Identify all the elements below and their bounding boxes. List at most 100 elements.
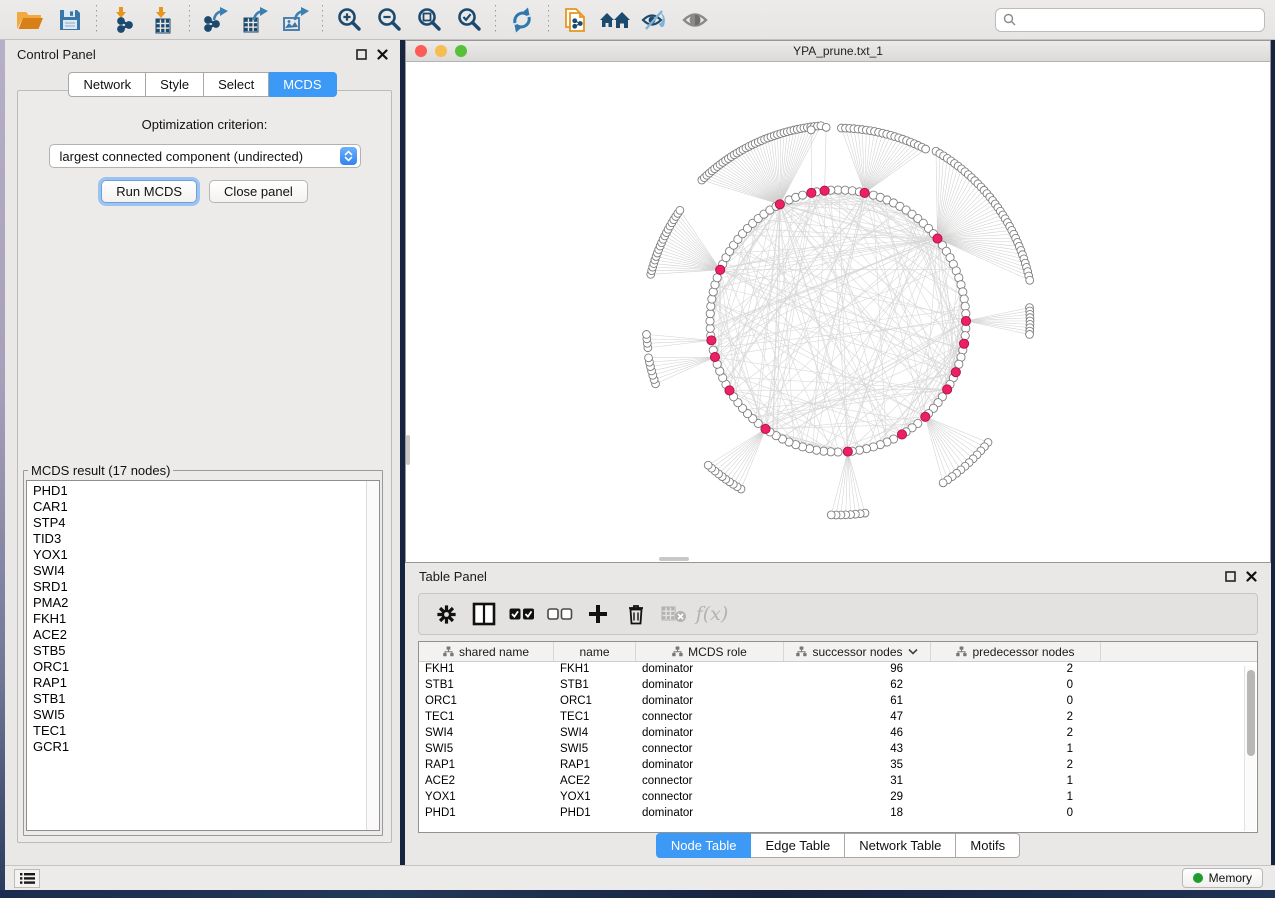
mcds-result-item[interactable]: RAP1 (27, 675, 365, 691)
mcds-result-item[interactable]: CAR1 (27, 499, 365, 515)
column-header-successor-nodes[interactable]: successor nodes (784, 642, 931, 661)
table-row[interactable]: TEC1TEC1connector472 (419, 710, 1257, 726)
export-image-icon[interactable] (276, 4, 316, 36)
table-scrollbar[interactable] (1244, 666, 1256, 831)
network-vertical-scrollbar[interactable] (406, 435, 410, 465)
mcds-hub-node[interactable] (710, 353, 719, 362)
mcds-hub-node[interactable] (959, 339, 968, 348)
zoom-selected-icon[interactable] (449, 4, 489, 36)
toggle-columns-icon[interactable] (465, 597, 503, 631)
float-table-panel-icon[interactable] (1225, 571, 1236, 582)
table-scrollbar-thumb[interactable] (1247, 670, 1255, 756)
search-input[interactable] (1021, 13, 1257, 27)
import-network-icon[interactable] (103, 4, 143, 36)
mcds-result-item[interactable]: PHD1 (27, 483, 365, 499)
mcds-result-item[interactable]: SWI5 (27, 707, 365, 723)
mcds-hub-node[interactable] (775, 200, 784, 209)
deselect-all-icon[interactable] (541, 597, 579, 631)
network-horizontal-scrollbar[interactable] (659, 557, 689, 561)
mcds-result-item[interactable]: ACE2 (27, 627, 365, 643)
task-history-button[interactable] (14, 869, 40, 888)
close-panel-icon[interactable] (377, 49, 388, 60)
column-header-shared-name[interactable]: shared name (419, 642, 554, 661)
mcds-hub-node[interactable] (933, 234, 942, 243)
table-row[interactable]: RAP1RAP1dominator352 (419, 758, 1257, 774)
mcds-hub-node[interactable] (807, 188, 816, 197)
tab-node-table[interactable]: Node Table (656, 833, 752, 858)
clone-network-icon[interactable] (555, 4, 595, 36)
add-column-icon[interactable] (579, 597, 617, 631)
mcds-result-item[interactable]: SWI4 (27, 563, 365, 579)
run-mcds-button[interactable]: Run MCDS (101, 180, 197, 203)
zoom-fit-icon[interactable] (409, 4, 449, 36)
save-session-icon[interactable] (50, 4, 90, 36)
mcds-hub-node[interactable] (897, 430, 906, 439)
export-network-icon[interactable] (196, 4, 236, 36)
mcds-hub-node[interactable] (843, 447, 852, 456)
mcds-hub-node[interactable] (761, 424, 770, 433)
refresh-icon[interactable] (502, 4, 542, 36)
mcds-hub-node[interactable] (860, 188, 869, 197)
search-box[interactable] (995, 8, 1265, 32)
tab-network[interactable]: Network (68, 72, 146, 97)
table-row[interactable]: SWI5SWI5connector431 (419, 742, 1257, 758)
network-canvas[interactable] (406, 63, 1270, 562)
window-minimize-button[interactable] (435, 45, 447, 57)
column-header-predecessor-nodes[interactable]: predecessor nodes (931, 642, 1101, 661)
column-header-name[interactable]: name (554, 642, 636, 661)
mcds-result-item[interactable]: YOX1 (27, 547, 365, 563)
close-panel-button[interactable]: Close panel (209, 180, 308, 203)
export-table-icon[interactable] (236, 4, 276, 36)
delete-column-icon[interactable] (617, 597, 655, 631)
mcds-result-item[interactable]: ORC1 (27, 659, 365, 675)
mcds-result-item[interactable]: FKH1 (27, 611, 365, 627)
window-zoom-button[interactable] (455, 45, 467, 57)
mcds-hub-node[interactable] (707, 336, 716, 345)
table-row[interactable]: PHD1PHD1dominator180 (419, 806, 1257, 822)
mcds-hub-node[interactable] (961, 316, 970, 325)
mcds-result-list[interactable]: PHD1CAR1STP4TID3YOX1SWI4SRD1PMA2FKH1ACE2… (26, 480, 380, 831)
mcds-list-scrollbar[interactable] (366, 481, 379, 830)
tab-network-table[interactable]: Network Table (845, 833, 956, 858)
mcds-result-item[interactable]: STP4 (27, 515, 365, 531)
mcds-result-item[interactable]: TEC1 (27, 723, 365, 739)
mcds-hub-node[interactable] (716, 265, 725, 274)
table-row[interactable]: STB1STB1dominator620 (419, 678, 1257, 694)
hide-style-icon[interactable] (635, 4, 675, 36)
criterion-dropdown[interactable]: largest connected component (undirected) (49, 144, 361, 168)
zoom-out-icon[interactable] (369, 4, 409, 36)
column-header-MCDS-role[interactable]: MCDS role (636, 642, 784, 661)
mcds-hub-node[interactable] (943, 385, 952, 394)
network-window-titlebar[interactable]: YPA_prune.txt_1 (406, 41, 1270, 62)
table-row[interactable]: ACE2ACE2connector311 (419, 774, 1257, 790)
home-networks-icon[interactable] (595, 4, 635, 36)
mcds-hub-node[interactable] (725, 386, 734, 395)
tab-motifs[interactable]: Motifs (956, 833, 1020, 858)
tab-mcds[interactable]: MCDS (269, 72, 336, 97)
open-session-icon[interactable] (10, 4, 50, 36)
mcds-hub-node[interactable] (951, 368, 960, 377)
mcds-result-item[interactable]: TID3 (27, 531, 365, 547)
mcds-hub-node[interactable] (820, 186, 829, 195)
mcds-result-item[interactable]: STB1 (27, 691, 365, 707)
import-table-icon[interactable] (143, 4, 183, 36)
table-row[interactable]: ORC1ORC1dominator610 (419, 694, 1257, 710)
table-row[interactable]: FKH1FKH1dominator962 (419, 662, 1257, 678)
memory-button[interactable]: Memory (1182, 868, 1263, 888)
mcds-hub-node[interactable] (921, 412, 930, 421)
mcds-result-item[interactable]: GCR1 (27, 739, 365, 755)
select-all-icon[interactable] (503, 597, 541, 631)
table-settings-icon[interactable] (427, 597, 465, 631)
mcds-result-item[interactable]: PMA2 (27, 595, 365, 611)
zoom-in-icon[interactable] (329, 4, 369, 36)
table-row[interactable]: SWI4SWI4dominator462 (419, 726, 1257, 742)
float-panel-icon[interactable] (356, 49, 367, 60)
tab-edge-table[interactable]: Edge Table (751, 833, 845, 858)
tab-select[interactable]: Select (204, 72, 269, 97)
close-table-panel-icon[interactable] (1246, 571, 1257, 582)
tab-style[interactable]: Style (146, 72, 204, 97)
mcds-result-item[interactable]: STB5 (27, 643, 365, 659)
table-row[interactable]: YOX1YOX1connector291 (419, 790, 1257, 806)
window-close-button[interactable] (415, 45, 427, 57)
mcds-result-item[interactable]: SRD1 (27, 579, 365, 595)
